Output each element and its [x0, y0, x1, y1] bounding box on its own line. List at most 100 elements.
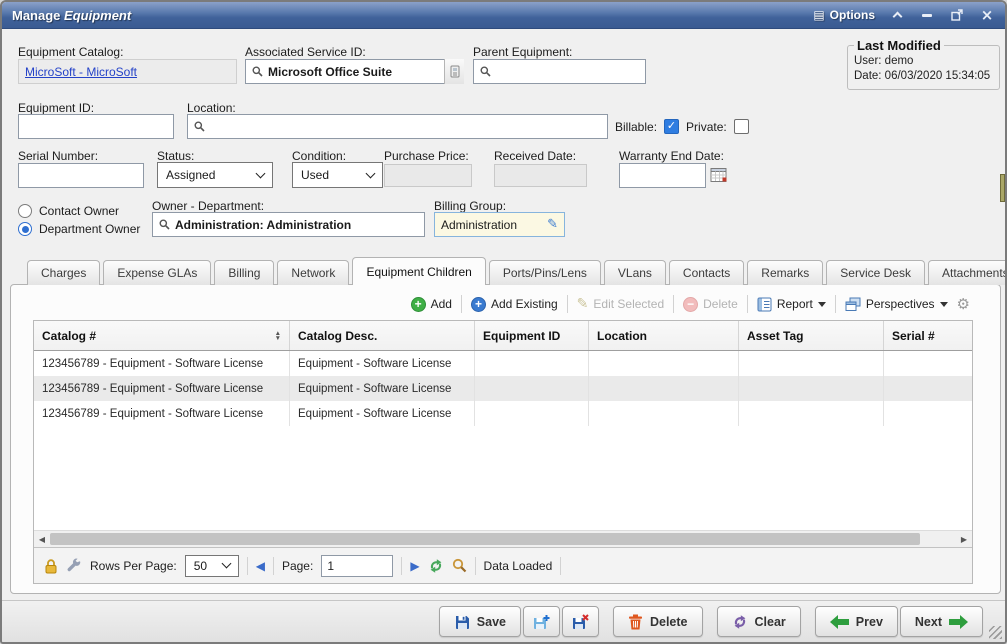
save-button[interactable]: Save [439, 606, 521, 637]
department-owner-radio[interactable] [18, 222, 32, 236]
cell-equipment-id[interactable] [475, 351, 589, 376]
side-panel-handle[interactable] [1000, 174, 1005, 202]
tab-billing[interactable]: Billing [214, 260, 274, 285]
tab-expense-glas[interactable]: Expense GLAs [103, 260, 211, 285]
cell-asset-tag[interactable] [739, 351, 884, 376]
manage-equipment-window: Manage Equipment ▤ Options × Equipment C… [0, 0, 1007, 644]
cell-equipment-id[interactable] [475, 376, 589, 401]
minimize-button[interactable] [919, 7, 935, 23]
cell-catalog-desc[interactable]: Equipment - Software License [290, 401, 475, 426]
cell-catalog-desc[interactable]: Equipment - Software License [290, 376, 475, 401]
calendar-picker-button[interactable] [710, 166, 728, 189]
contact-owner-radio[interactable] [18, 204, 32, 218]
cell-asset-tag[interactable] [739, 376, 884, 401]
department-owner-option[interactable]: Department Owner [18, 222, 140, 236]
edit-selected-button[interactable]: ✎ Edit Selected [577, 296, 664, 312]
wrench-icon[interactable] [66, 558, 82, 574]
tab-attachments[interactable]: Attachments [928, 260, 1007, 285]
window-resize-grip[interactable] [989, 626, 1002, 639]
table-row[interactable]: 123456789 - Equipment - Software License… [34, 376, 972, 401]
location-input[interactable] [187, 114, 608, 139]
tab-service-desk[interactable]: Service Desk [826, 260, 925, 285]
popout-button[interactable] [949, 7, 965, 23]
edit-pencil-icon[interactable]: ✎ [547, 217, 558, 232]
cell-asset-tag[interactable] [739, 401, 884, 426]
sort-icon[interactable]: ▲▼ [275, 331, 281, 341]
search-magnifier-icon[interactable] [452, 558, 467, 573]
clear-button[interactable]: Clear [717, 606, 801, 637]
save-and-close-button[interactable] [562, 606, 599, 637]
rows-per-page-select[interactable]: 50 [185, 555, 239, 577]
tab-network[interactable]: Network [277, 260, 349, 285]
status-select[interactable]: Assigned [157, 162, 273, 188]
scroll-right-arrow[interactable]: ▶ [956, 531, 972, 547]
column-header-serial-number[interactable]: Serial # [884, 321, 972, 350]
delete-selected-button[interactable]: − Delete [683, 297, 738, 312]
owner-department-input[interactable]: Administration: Administration [152, 212, 425, 237]
next-page-arrow[interactable]: ▶ [410, 559, 419, 573]
scrollbar-track[interactable] [50, 531, 956, 547]
page-label: Page: [282, 559, 313, 573]
serial-number-input[interactable] [18, 163, 144, 188]
page-number-input[interactable]: 1 [321, 555, 393, 577]
equipment-catalog-link[interactable]: MicroSoft - MicroSoft [25, 65, 137, 79]
view-service-button[interactable] [444, 59, 464, 84]
scroll-left-arrow[interactable]: ◀ [34, 531, 50, 547]
cell-catalog-desc[interactable]: Equipment - Software License [290, 351, 475, 376]
equipment-id-input[interactable] [18, 114, 174, 139]
prev-page-arrow[interactable]: ◀ [256, 559, 265, 573]
column-header-asset-tag[interactable]: Asset Tag [739, 321, 884, 350]
tab-contacts[interactable]: Contacts [669, 260, 744, 285]
cell-catalog-number[interactable]: 123456789 - Equipment - Software License [34, 376, 290, 401]
lock-icon[interactable] [44, 558, 58, 574]
cell-serial-number[interactable] [884, 376, 972, 401]
delete-button[interactable]: Delete [613, 606, 703, 637]
report-menu-button[interactable]: Report [757, 297, 826, 312]
tab-equipment-children[interactable]: Equipment Children [352, 257, 485, 285]
tab-remarks[interactable]: Remarks [747, 260, 823, 285]
save-and-new-button[interactable] [523, 606, 560, 637]
warranty-end-date-input[interactable] [619, 163, 706, 188]
service-detail-icon [450, 65, 460, 78]
perspectives-menu-button[interactable]: Perspectives [845, 297, 948, 312]
cell-location[interactable] [589, 351, 739, 376]
column-header-equipment-id[interactable]: Equipment ID [475, 321, 589, 350]
add-button[interactable]: + Add [411, 297, 452, 312]
title-bar[interactable]: Manage Equipment ▤ Options × [2, 2, 1005, 29]
column-header-catalog-number[interactable]: Catalog # ▲▼ [34, 321, 290, 350]
cell-catalog-number[interactable]: 123456789 - Equipment - Software License [34, 351, 290, 376]
private-checkbox[interactable] [734, 119, 749, 134]
table-row[interactable]: 123456789 - Equipment - Software License… [34, 351, 972, 376]
scrollbar-thumb[interactable] [50, 533, 920, 545]
associated-service-input[interactable]: Microsoft Office Suite [245, 59, 464, 84]
cell-catalog-number[interactable]: 123456789 - Equipment - Software License [34, 401, 290, 426]
next-button[interactable]: Next [900, 606, 983, 637]
rows-per-page-label: Rows Per Page: [90, 559, 177, 573]
refresh-icon[interactable] [428, 558, 444, 574]
contact-owner-option[interactable]: Contact Owner [18, 204, 119, 218]
cell-location[interactable] [589, 401, 739, 426]
cell-serial-number[interactable] [884, 351, 972, 376]
billable-checkbox[interactable]: ✓ [664, 119, 679, 134]
horizontal-scrollbar[interactable]: ◀ ▶ [34, 530, 972, 547]
gear-icon[interactable]: ⚙ [957, 295, 970, 313]
cell-serial-number[interactable] [884, 401, 972, 426]
tab-vlans[interactable]: VLans [604, 260, 666, 285]
parent-equipment-input[interactable] [473, 59, 646, 84]
column-header-location[interactable]: Location [589, 321, 739, 350]
prev-button[interactable]: Prev [815, 606, 898, 637]
tab-ports-pins-lens[interactable]: Ports/Pins/Lens [489, 260, 601, 285]
condition-select[interactable]: Used [292, 162, 383, 188]
column-header-catalog-desc[interactable]: Catalog Desc. [290, 321, 475, 350]
table-row[interactable]: 123456789 - Equipment - Software License… [34, 401, 972, 426]
last-modified-user: User: demo [854, 54, 993, 69]
tab-charges[interactable]: Charges [27, 260, 100, 285]
options-menu[interactable]: ▤ Options [813, 8, 875, 22]
cell-equipment-id[interactable] [475, 401, 589, 426]
add-existing-button[interactable]: + Add Existing [471, 297, 558, 312]
collapse-button[interactable] [889, 7, 905, 23]
close-button[interactable]: × [979, 7, 995, 23]
chevron-down-icon [366, 168, 376, 178]
cell-location[interactable] [589, 376, 739, 401]
billing-group-field: Administration ✎ [434, 212, 565, 237]
